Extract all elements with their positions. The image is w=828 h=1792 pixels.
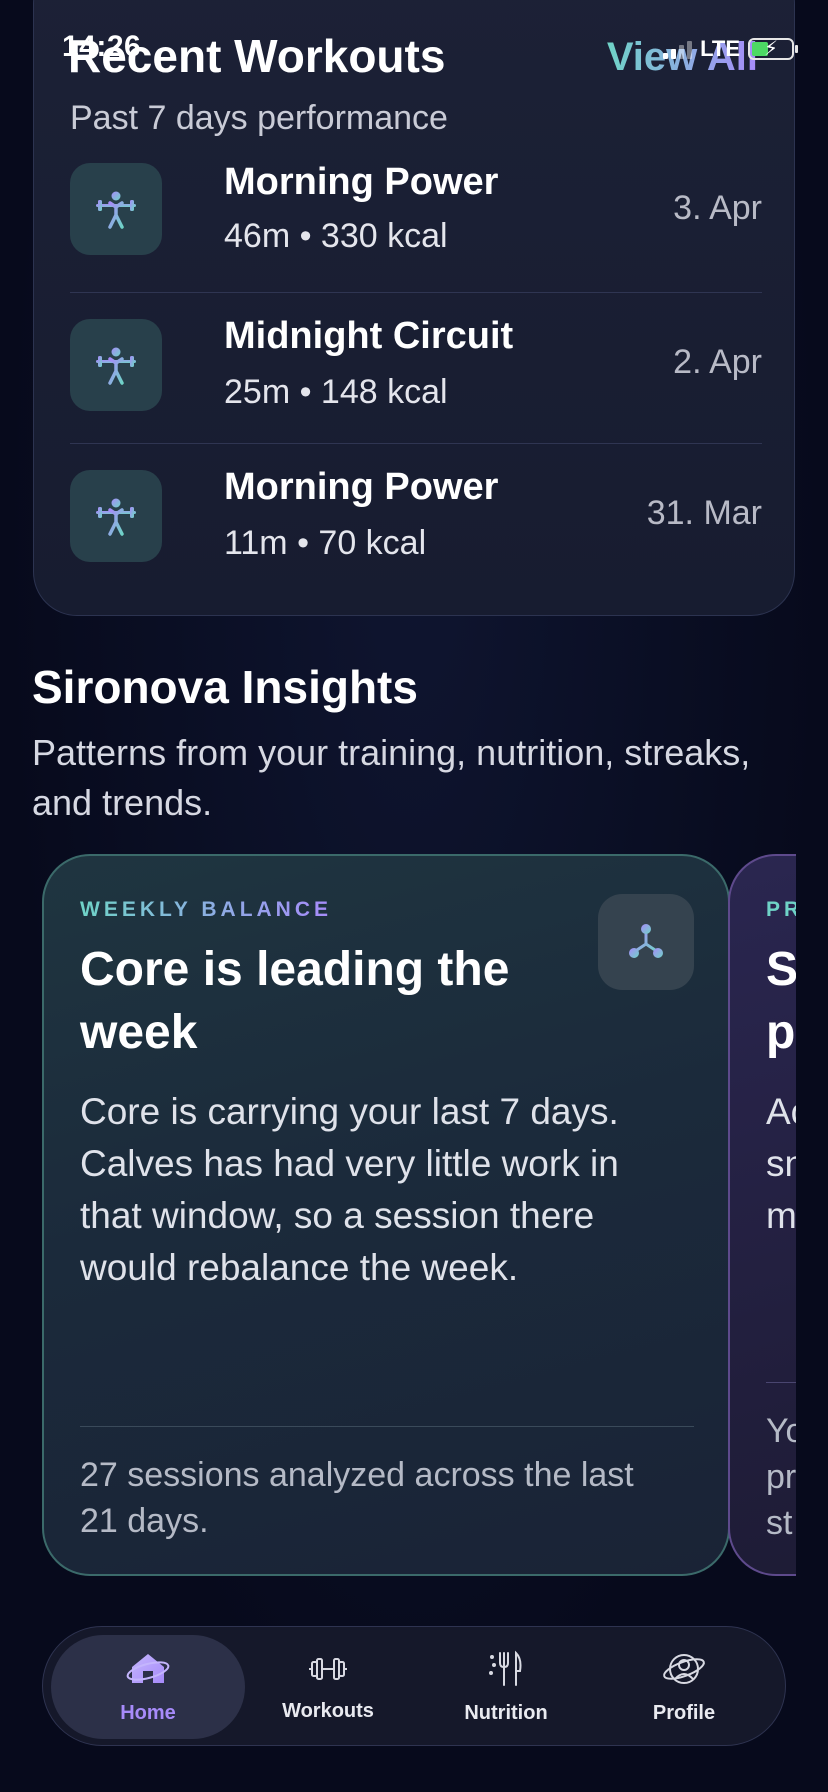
molecule-icon [598, 894, 694, 990]
tab-label: Home [120, 1702, 176, 1724]
profile-icon [662, 1649, 706, 1694]
insight-eyebrow: WEEKLY BALANCE [80, 898, 333, 921]
workout-name: Morning Power [224, 466, 499, 508]
status-indicators: LTE ⚡ [663, 36, 798, 62]
workout-name: Morning Power [224, 161, 499, 203]
insight-body: Core is carrying your last 7 days. Calve… [80, 1091, 619, 1288]
workout-meta: 11m • 70 kcal [224, 524, 427, 562]
network-label: LTE [700, 36, 740, 61]
status-time: 14:26 [62, 30, 142, 63]
tab-profile[interactable]: Profile [587, 1635, 781, 1739]
tab-label: Nutrition [464, 1702, 548, 1724]
insight-divider [80, 1426, 694, 1427]
dumbbell-icon [308, 1651, 348, 1692]
insight-card-next[interactable]: PR S p Ac sn m Yo pr st [728, 854, 796, 1576]
home-icon [126, 1649, 170, 1694]
recent-workouts-subtitle: Past 7 days performance [70, 99, 448, 137]
workout-date: 3. Apr [673, 189, 762, 227]
workout-row[interactable]: Morning Power 11m • 70 kcal 31. Mar [70, 443, 762, 593]
insight-headline: S p [766, 943, 796, 1059]
workout-row[interactable]: Morning Power 46m • 330 kcal 3. Apr [70, 141, 762, 291]
workout-date: 2. Apr [673, 343, 762, 381]
workout-name: Midnight Circuit [224, 315, 514, 357]
signal-icon [663, 39, 693, 59]
home-screen: 14:26 LTE ⚡ Recent Workouts View All Pas… [0, 0, 828, 1792]
battery-icon: ⚡ [748, 38, 798, 60]
workout-meta: 25m • 148 kcal [224, 373, 448, 411]
insight-card[interactable]: WEEKLY BALANCE Core is leading the week … [42, 854, 730, 1576]
fork-knife-icon [486, 1649, 526, 1694]
tab-workouts[interactable]: Workouts [231, 1635, 425, 1739]
insight-footer: 27 sessions analyzed across the last 21 … [80, 1456, 634, 1540]
tab-label: Workouts [282, 1700, 374, 1722]
weightlifter-icon [70, 470, 162, 562]
weightlifter-icon [70, 319, 162, 411]
insights-carousel[interactable]: WEEKLY BALANCE Core is leading the week … [32, 852, 796, 1578]
tab-home[interactable]: Home [51, 1635, 245, 1739]
tab-nutrition[interactable]: Nutrition [409, 1635, 603, 1739]
insights-title: Sironova Insights [32, 661, 418, 713]
workout-date: 31. Mar [646, 494, 762, 532]
tab-label: Profile [652, 1702, 716, 1724]
recent-workouts-card: Recent Workouts View All Past 7 days per… [33, 0, 795, 616]
insight-headline: Core is leading the week [80, 943, 510, 1059]
insight-footer: Yo pr st [766, 1412, 796, 1542]
workout-row[interactable]: Midnight Circuit 25m • 148 kcal 2. Apr [70, 292, 762, 442]
weightlifter-icon [70, 163, 162, 255]
workout-meta: 46m • 330 kcal [224, 217, 448, 255]
insight-eyebrow: PR [766, 898, 796, 921]
insight-divider [766, 1382, 796, 1383]
insights-subtitle: Patterns from your training, nutrition, … [32, 732, 751, 823]
insight-body: Ac sn m [766, 1091, 796, 1236]
tab-bar: Home Workouts Nutrition Profile [42, 1626, 786, 1746]
